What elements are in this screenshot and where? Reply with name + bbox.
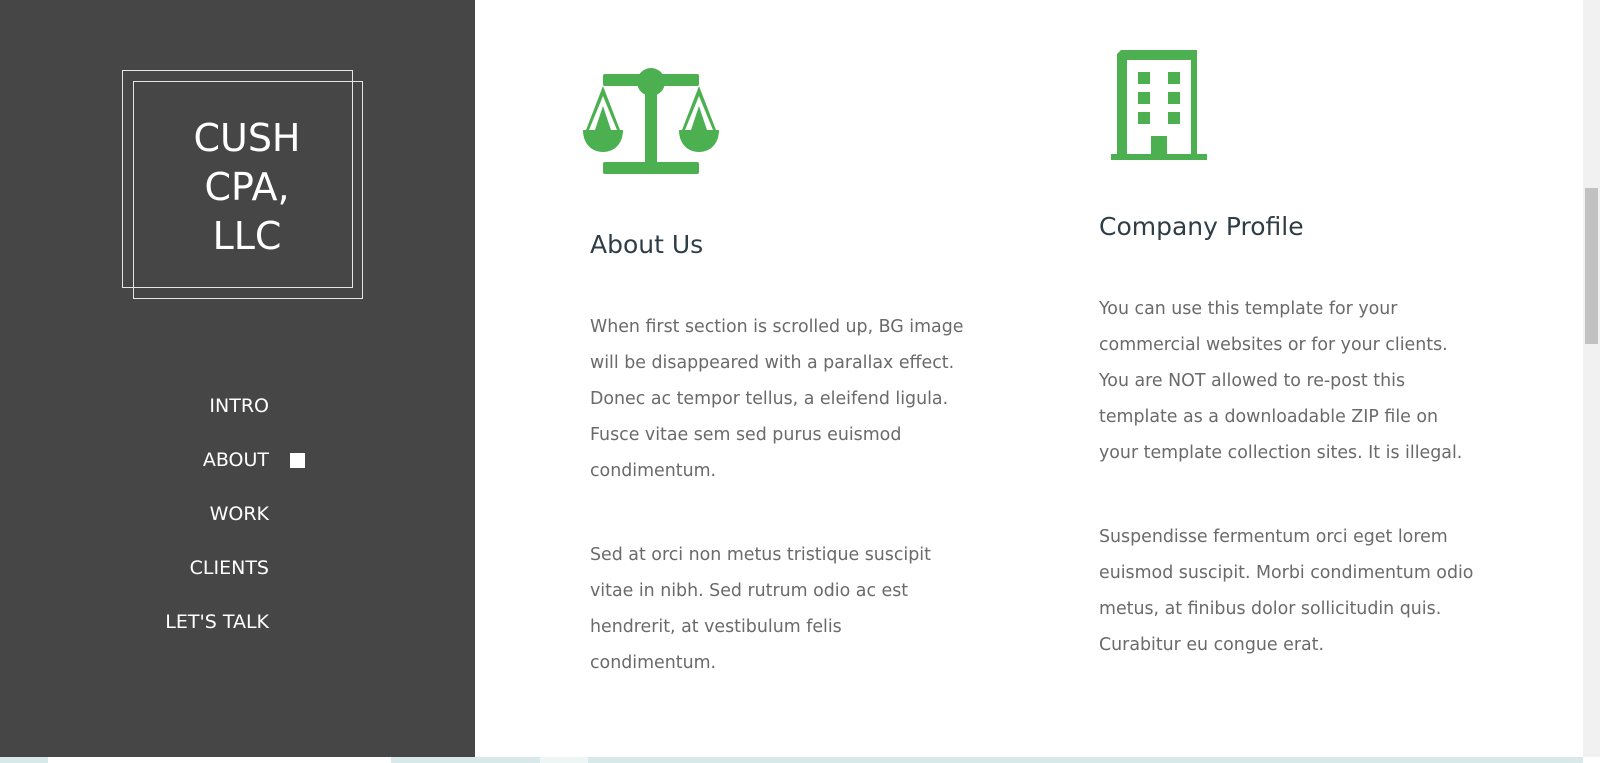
nav-item-about[interactable]: ABOUT <box>203 448 269 472</box>
about-title: About Us <box>590 230 704 259</box>
profile-title: Company Profile <box>1099 212 1304 241</box>
main-nav: INTRO ABOUT WORK CLIENTS LET'S TALK <box>0 0 475 757</box>
profile-paragraph-2: Suspendisse fermentum orci eget lorem eu… <box>1099 527 1474 655</box>
about-paragraph-2: Sed at orci non metus tristique suscipit… <box>590 545 931 673</box>
nav-item-lets-talk[interactable]: LET'S TALK <box>165 610 269 634</box>
active-nav-indicator <box>290 453 305 468</box>
main-content: About Us When first section is scrolled … <box>475 0 1583 757</box>
nav-item-intro[interactable]: INTRO <box>209 394 269 418</box>
nav-item-work[interactable]: WORK <box>210 502 269 526</box>
bottom-strip-segment <box>48 757 391 763</box>
building-icon <box>1111 50 1207 160</box>
sidebar: CUSH CPA, LLC INTRO ABOUT WORK CLIENTS L… <box>0 0 475 757</box>
profile-paragraph-1: You can use this template for your comme… <box>1099 299 1463 463</box>
bottom-strip-segment <box>540 757 588 763</box>
about-paragraph-1: When first section is scrolled up, BG im… <box>590 317 964 481</box>
scrollbar-thumb[interactable] <box>1585 188 1598 344</box>
nav-item-clients[interactable]: CLIENTS <box>190 556 269 580</box>
vertical-scrollbar[interactable] <box>1583 0 1600 757</box>
balance-scale-icon <box>583 68 719 174</box>
